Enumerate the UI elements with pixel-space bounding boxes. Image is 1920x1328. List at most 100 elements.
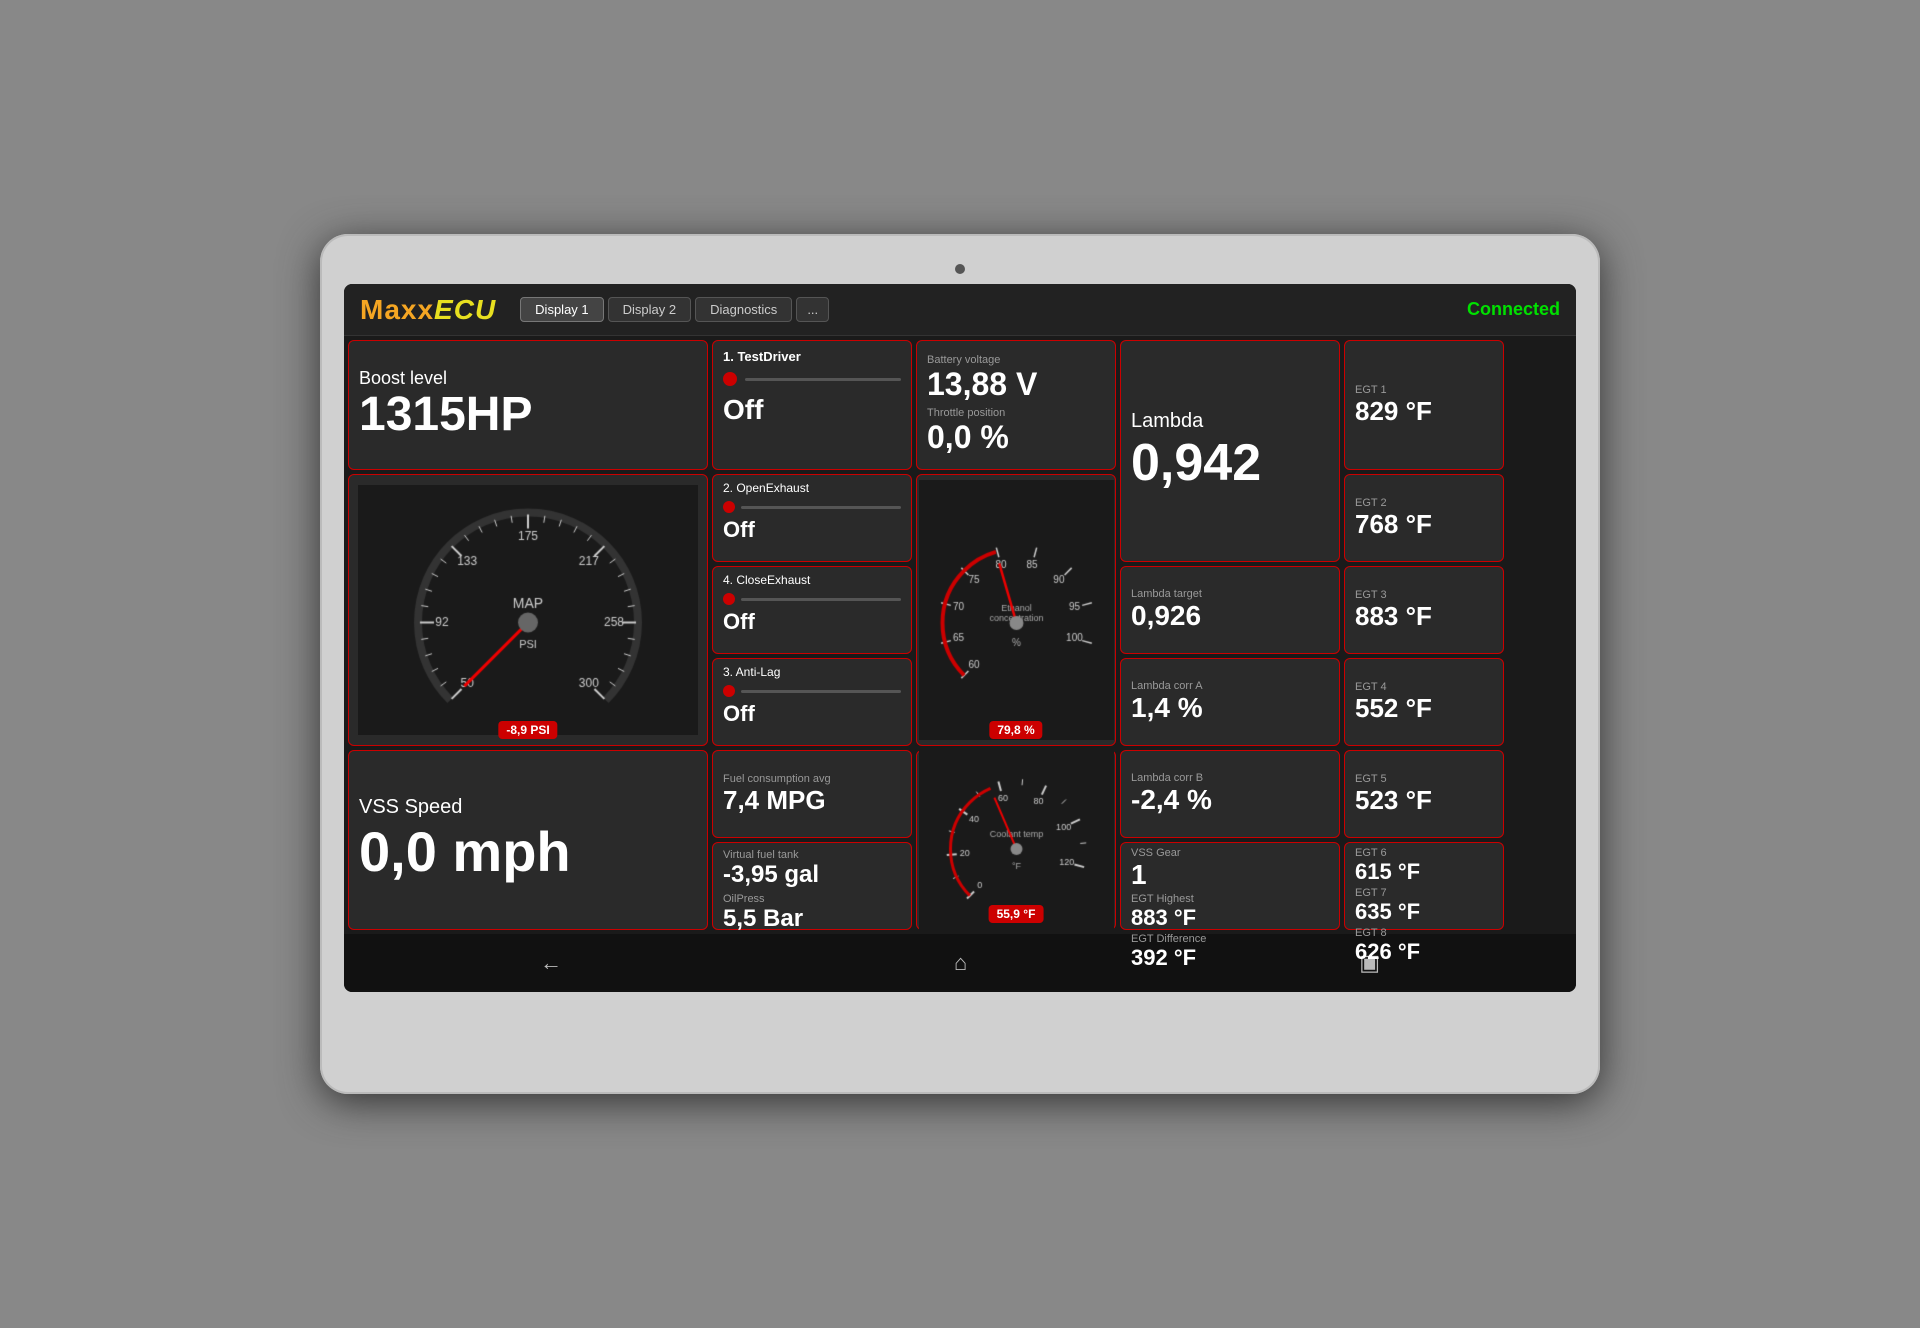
egt2-label: EGT 2 <box>1355 497 1493 509</box>
boost-label: Boost level <box>359 368 697 389</box>
close-exhaust-cell: 4. CloseExhaust Off <box>712 566 912 654</box>
exhaust-open-dot <box>723 501 735 513</box>
lambda-target-value: 0,926 <box>1131 600 1329 632</box>
ethanol-gauge-canvas <box>919 480 1114 740</box>
vss-label: VSS Speed <box>359 796 697 819</box>
egt7-label: EGT 7 <box>1355 887 1493 899</box>
fuel-consumption-cell: Fuel consumption avg 7,4 MPG <box>712 750 912 838</box>
close-exhaust-state: Off <box>723 609 901 635</box>
lambda-cell: Lambda 0,942 <box>1120 340 1340 562</box>
ethanol-badge: 79,8 % <box>989 721 1042 739</box>
tab-display2[interactable]: Display 2 <box>608 297 691 322</box>
exhaust-close-dot <box>723 593 735 605</box>
virtual-fuel-cell: Virtual fuel tank -3,95 gal OilPress 5,5… <box>712 842 912 930</box>
egt6-cell: EGT 6 615 °F EGT 7 635 °F EGT 8 626 °F <box>1344 842 1504 930</box>
coolant-gauge-cell: 55,9 °F <box>916 750 1116 930</box>
egt4-value: 552 °F <box>1355 693 1493 724</box>
logo-maxx: Maxx <box>360 294 434 325</box>
tab-diagnostics[interactable]: Diagnostics <box>695 297 792 322</box>
tab-bar: Display 1 Display 2 Diagnostics ... <box>520 297 1467 322</box>
driver-slider[interactable] <box>745 378 901 381</box>
vss-gear-cell: VSS Gear 1 EGT Highest 883 °F EGT Differ… <box>1120 842 1340 930</box>
camera <box>955 264 965 274</box>
close-exhaust-label: 4. CloseExhaust <box>723 573 901 587</box>
header: MaxxECU Display 1 Display 2 Diagnostics … <box>344 284 1576 336</box>
lambda-corr-b-value: -2,4 % <box>1131 784 1329 816</box>
anti-lag-state: Off <box>723 701 901 727</box>
open-exhaust-label: 2. OpenExhaust <box>723 481 901 495</box>
egt7-value: 635 °F <box>1355 899 1493 925</box>
driver-cell: 1. TestDriver Off <box>712 340 912 470</box>
egt5-value: 523 °F <box>1355 785 1493 816</box>
coolant-badge: 55,9 °F <box>989 905 1044 923</box>
egt-diff-value: 392 °F <box>1131 945 1329 971</box>
egt6-label: EGT 6 <box>1355 847 1493 859</box>
home-button[interactable]: ⌂ <box>930 946 991 980</box>
vss-gear-label: VSS Gear <box>1131 847 1329 859</box>
lambda-corr-a-cell: Lambda corr A 1,4 % <box>1120 658 1340 746</box>
open-exhaust-state: Off <box>723 517 901 543</box>
open-exhaust-cell: 2. OpenExhaust Off <box>712 474 912 562</box>
egt4-cell: EGT 4 552 °F <box>1344 658 1504 746</box>
driver-dot <box>723 372 737 386</box>
anti-lag-cell: 3. Anti-Lag Off <box>712 658 912 746</box>
virtual-fuel-label: Virtual fuel tank <box>723 849 901 861</box>
battery-cell: Battery voltage 13,88 V Throttle positio… <box>916 340 1116 470</box>
tab-display1[interactable]: Display 1 <box>520 297 603 322</box>
oil-press-value: 5,5 Bar <box>723 905 901 933</box>
lambda-corr-a-value: 1,4 % <box>1131 692 1329 724</box>
anti-lag-dot <box>723 685 735 697</box>
virtual-fuel-value: -3,95 gal <box>723 861 901 889</box>
lambda-value: 0,942 <box>1131 433 1329 493</box>
egt-diff-label: EGT Difference <box>1131 933 1329 945</box>
driver-label: 1. TestDriver <box>723 349 901 364</box>
egt3-value: 883 °F <box>1355 601 1493 632</box>
app-logo: MaxxECU <box>360 294 496 326</box>
screen: MaxxECU Display 1 Display 2 Diagnostics … <box>344 284 1576 992</box>
egt3-cell: EGT 3 883 °F <box>1344 566 1504 654</box>
battery-label: Battery voltage <box>927 354 1105 366</box>
egt5-cell: EGT 5 523 °F <box>1344 750 1504 838</box>
exhaust-close-slider[interactable] <box>741 598 901 601</box>
oil-press-label: OilPress <box>723 893 901 905</box>
fuel-consumption-label: Fuel consumption avg <box>723 773 901 785</box>
anti-lag-slider[interactable] <box>741 690 901 693</box>
back-button[interactable]: ← <box>516 946 586 980</box>
logo-ecu: ECU <box>434 294 496 325</box>
vss-gear-value: 1 <box>1131 859 1329 891</box>
egt8-label: EGT 8 <box>1355 927 1493 939</box>
egt1-cell: EGT 1 829 °F <box>1344 340 1504 470</box>
egt-highest-label: EGT Highest <box>1131 893 1329 905</box>
vss-speed-cell: VSS Speed 0,0 mph <box>348 750 708 930</box>
connection-status: Connected <box>1467 299 1560 320</box>
egt3-label: EGT 3 <box>1355 589 1493 601</box>
lambda-target-cell: Lambda target 0,926 <box>1120 566 1340 654</box>
egt1-label: EGT 1 <box>1355 384 1493 396</box>
lambda-label: Lambda <box>1131 410 1329 433</box>
egt2-cell: EGT 2 768 °F <box>1344 474 1504 562</box>
egt1-value: 829 °F <box>1355 396 1493 427</box>
fuel-consumption-value: 7,4 MPG <box>723 785 901 816</box>
map-psi-badge: -8,9 PSI <box>498 721 557 739</box>
boost-cell: Boost level 1315HP <box>348 340 708 470</box>
throttle-label: Throttle position <box>927 407 1105 419</box>
lambda-corr-b-label: Lambda corr B <box>1131 772 1329 784</box>
main-content: Boost level 1315HP 1. TestDriver Off Bat… <box>344 336 1576 934</box>
ethanol-gauge-cell: 79,8 % <box>916 474 1116 746</box>
map-gauge-cell: -8,9 PSI <box>348 474 708 746</box>
egt8-value: 626 °F <box>1355 939 1493 965</box>
tablet-frame: MaxxECU Display 1 Display 2 Diagnostics … <box>320 234 1600 1094</box>
boost-value: 1315HP <box>359 389 697 442</box>
egt-highest-value: 883 °F <box>1131 905 1329 931</box>
lambda-target-label: Lambda target <box>1131 588 1329 600</box>
egt5-label: EGT 5 <box>1355 773 1493 785</box>
map-gauge-canvas <box>358 485 698 735</box>
anti-lag-label: 3. Anti-Lag <box>723 665 901 679</box>
exhaust-open-slider[interactable] <box>741 506 901 509</box>
lambda-corr-a-label: Lambda corr A <box>1131 680 1329 692</box>
throttle-value: 0,0 % <box>927 419 1105 456</box>
battery-value: 13,88 V <box>927 366 1105 403</box>
tab-more[interactable]: ... <box>796 297 829 322</box>
driver-state: Off <box>723 394 901 426</box>
egt2-value: 768 °F <box>1355 509 1493 540</box>
